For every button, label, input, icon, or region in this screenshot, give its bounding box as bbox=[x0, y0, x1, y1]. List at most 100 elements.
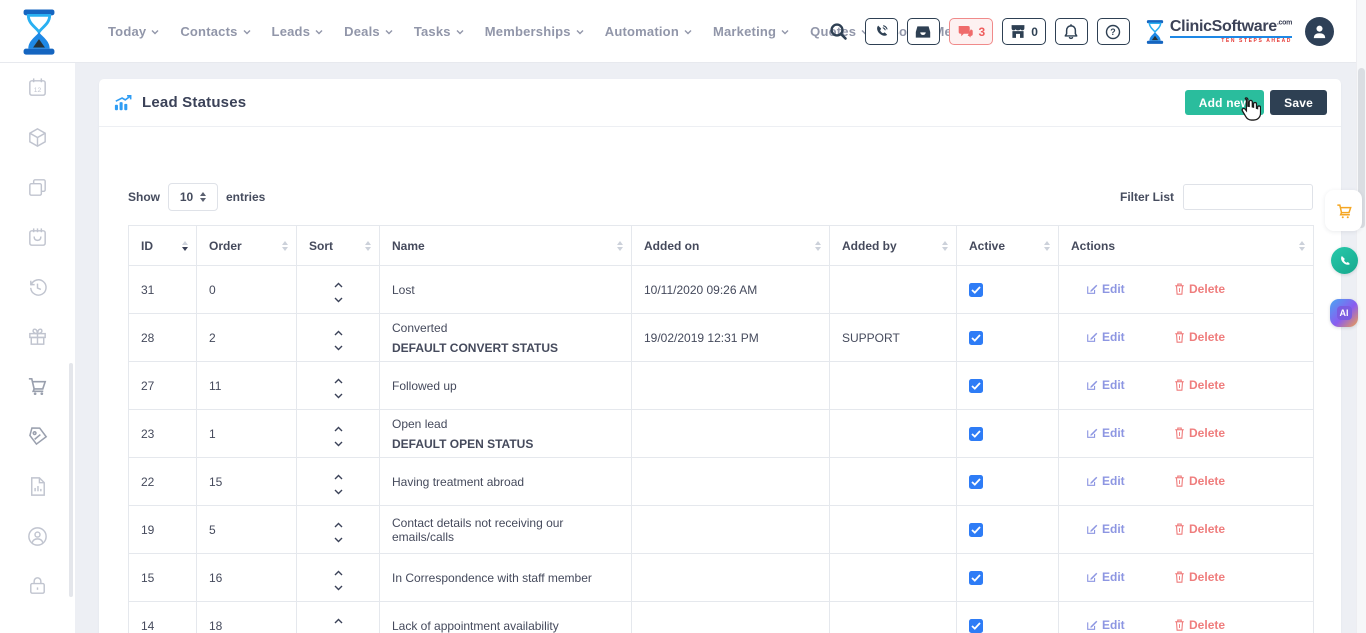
delete-button[interactable]: Delete bbox=[1174, 618, 1225, 632]
move-up-icon[interactable] bbox=[334, 282, 343, 288]
move-down-icon[interactable] bbox=[334, 345, 343, 351]
column-header-added-on[interactable]: Added on bbox=[632, 226, 830, 266]
column-header-id[interactable]: ID bbox=[129, 226, 197, 266]
edit-button[interactable]: Edit bbox=[1086, 426, 1125, 440]
delete-button[interactable]: Delete bbox=[1174, 426, 1225, 440]
delete-button[interactable]: Delete bbox=[1174, 522, 1225, 536]
filter-list-input[interactable] bbox=[1183, 184, 1313, 210]
edit-button[interactable]: Edit bbox=[1086, 378, 1125, 392]
sidebar-item-gift[interactable] bbox=[0, 312, 75, 362]
edit-icon bbox=[1086, 331, 1098, 343]
sidebar-item-history[interactable] bbox=[0, 262, 75, 312]
nav-item-marketing[interactable]: Marketing bbox=[713, 24, 789, 39]
nav-item-tasks[interactable]: Tasks bbox=[414, 24, 464, 39]
active-checkbox[interactable] bbox=[969, 619, 983, 633]
active-checkbox[interactable] bbox=[969, 283, 983, 297]
move-up-icon[interactable] bbox=[334, 618, 343, 624]
sidebar-item-pages[interactable] bbox=[0, 163, 75, 213]
notifications-button[interactable] bbox=[1055, 18, 1088, 45]
nav-item-today[interactable]: Today bbox=[108, 24, 159, 39]
status-name: Having treatment abroad bbox=[392, 475, 619, 489]
sidebar-item-lock[interactable] bbox=[0, 561, 75, 611]
sidebar-item-report[interactable] bbox=[0, 461, 75, 511]
app-logo[interactable] bbox=[16, 7, 62, 57]
sidebar-item-package[interactable] bbox=[0, 113, 75, 163]
move-up-icon[interactable] bbox=[334, 570, 343, 576]
help-button[interactable]: ? bbox=[1097, 18, 1130, 45]
floating-cart-widget[interactable] bbox=[1325, 190, 1362, 231]
active-checkbox[interactable] bbox=[969, 379, 983, 393]
move-down-icon[interactable] bbox=[334, 585, 343, 591]
sidebar-scrollbar[interactable] bbox=[69, 363, 73, 597]
chat-button[interactable]: 3 bbox=[949, 18, 994, 45]
edit-button[interactable]: Edit bbox=[1086, 330, 1125, 344]
delete-button[interactable]: Delete bbox=[1174, 378, 1225, 392]
ai-label: AI bbox=[1337, 306, 1352, 320]
active-checkbox[interactable] bbox=[969, 475, 983, 489]
column-header-name[interactable]: Name bbox=[380, 226, 632, 266]
inbox-button[interactable] bbox=[907, 18, 940, 45]
delete-button[interactable]: Delete bbox=[1174, 330, 1225, 344]
cell-sort bbox=[297, 410, 380, 458]
store-button[interactable]: 0 bbox=[1002, 18, 1046, 45]
cell-id: 22 bbox=[129, 458, 197, 506]
column-header-order[interactable]: Order bbox=[197, 226, 297, 266]
phone-button[interactable] bbox=[865, 18, 898, 45]
nav-label: Deals bbox=[344, 24, 380, 39]
delete-button[interactable]: Delete bbox=[1174, 282, 1225, 296]
edit-icon bbox=[1086, 619, 1098, 631]
move-up-icon[interactable] bbox=[334, 522, 343, 528]
edit-button[interactable]: Edit bbox=[1086, 570, 1125, 584]
entries-select[interactable]: 10 bbox=[168, 183, 218, 211]
cell-added-by bbox=[830, 554, 957, 602]
column-header-actions[interactable]: Actions bbox=[1059, 226, 1314, 266]
edit-button[interactable]: Edit bbox=[1086, 282, 1125, 296]
sidebar-item-calendar[interactable]: 12 bbox=[0, 63, 75, 113]
floating-ai-widget[interactable]: AI bbox=[1330, 299, 1358, 327]
nav-item-memberships[interactable]: Memberships bbox=[485, 24, 584, 39]
delete-button[interactable]: Delete bbox=[1174, 474, 1225, 488]
move-down-icon[interactable] bbox=[334, 537, 343, 543]
move-up-icon[interactable] bbox=[334, 426, 343, 432]
nav-item-contacts[interactable]: Contacts bbox=[180, 24, 250, 39]
add-new-button[interactable]: Add new bbox=[1185, 90, 1264, 115]
sidebar-item-cart[interactable] bbox=[0, 362, 75, 412]
column-header-sort[interactable]: Sort bbox=[297, 226, 380, 266]
top-bar: Today Contacts Leads Deals Tasks Members… bbox=[0, 0, 1356, 63]
search-button[interactable] bbox=[826, 19, 852, 45]
nav-item-leads[interactable]: Leads bbox=[272, 24, 324, 39]
sidebar-item-discount-tag[interactable] bbox=[0, 412, 75, 462]
cell-order: 16 bbox=[197, 554, 297, 602]
chart-growth-icon bbox=[113, 94, 133, 112]
active-checkbox[interactable] bbox=[969, 331, 983, 345]
column-header-active[interactable]: Active bbox=[957, 226, 1059, 266]
move-down-icon[interactable] bbox=[334, 441, 343, 447]
nav-item-automation[interactable]: Automation bbox=[605, 24, 692, 39]
user-avatar[interactable] bbox=[1305, 17, 1334, 46]
cell-order: 1 bbox=[197, 410, 297, 458]
move-down-icon[interactable] bbox=[334, 297, 343, 303]
floating-phone-widget[interactable] bbox=[1331, 247, 1358, 274]
move-down-icon[interactable] bbox=[334, 489, 343, 495]
edit-icon bbox=[1086, 379, 1098, 391]
move-up-icon[interactable] bbox=[334, 378, 343, 384]
clinicsoftware-logo[interactable]: ClinicSoftware.com TEN STEPS AHEAD bbox=[1145, 19, 1292, 45]
nav-item-deals[interactable]: Deals bbox=[344, 24, 393, 39]
edit-button[interactable]: Edit bbox=[1086, 474, 1125, 488]
move-up-icon[interactable] bbox=[334, 330, 343, 336]
active-checkbox[interactable] bbox=[969, 571, 983, 585]
edit-button[interactable]: Edit bbox=[1086, 618, 1125, 632]
sidebar-item-client[interactable] bbox=[0, 511, 75, 561]
save-button[interactable]: Save bbox=[1270, 90, 1327, 115]
move-up-icon[interactable] bbox=[334, 474, 343, 480]
active-checkbox[interactable] bbox=[969, 523, 983, 537]
sidebar-item-booking-calendar[interactable] bbox=[0, 212, 75, 262]
move-down-icon[interactable] bbox=[334, 393, 343, 399]
delete-button[interactable]: Delete bbox=[1174, 570, 1225, 584]
status-name: Lack of appointment availability bbox=[392, 619, 619, 633]
booking-calendar-icon bbox=[26, 226, 49, 249]
edit-button[interactable]: Edit bbox=[1086, 522, 1125, 536]
active-checkbox[interactable] bbox=[969, 427, 983, 441]
trash-icon bbox=[1174, 571, 1185, 583]
column-header-added-by[interactable]: Added by bbox=[830, 226, 957, 266]
